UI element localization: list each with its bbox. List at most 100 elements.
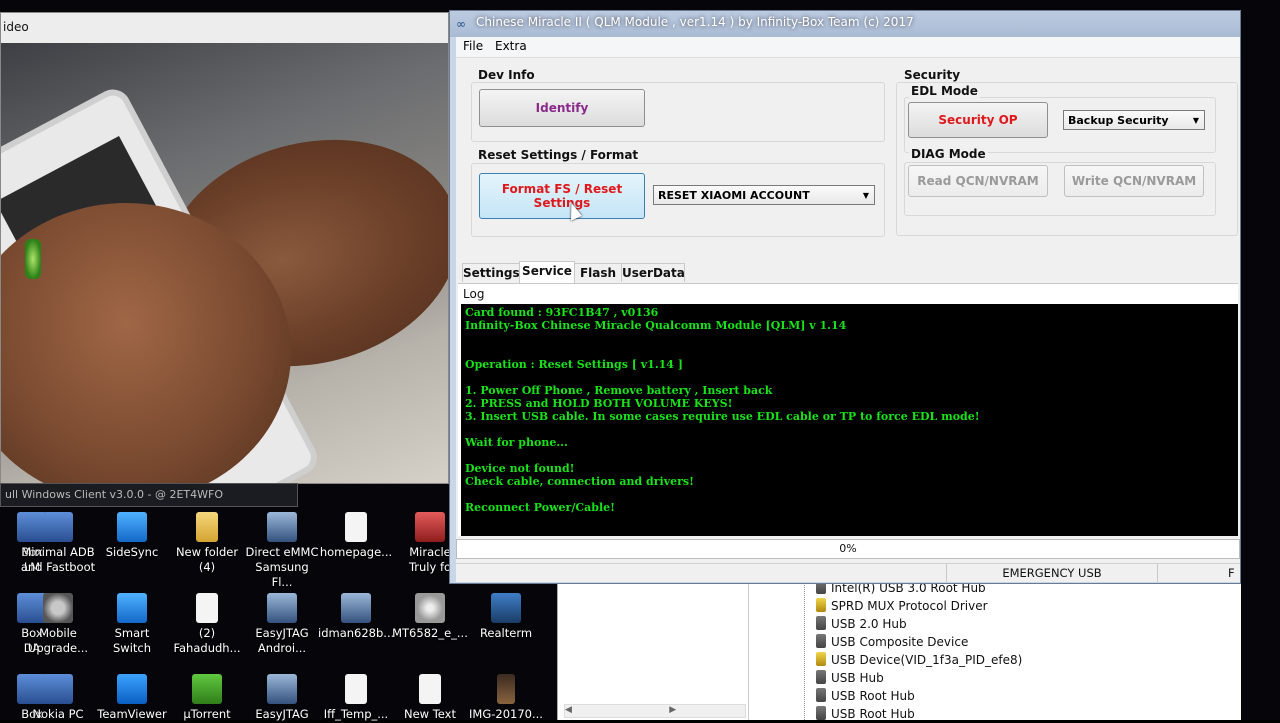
device-list-item[interactable]: USB Hub bbox=[816, 669, 884, 687]
log-line: Reconnect Power/Cable! bbox=[465, 501, 615, 514]
device-label: USB Root Hub bbox=[831, 707, 915, 721]
chinese-miracle-window: ∞ Chinese Miracle II ( QLM Module , ver1… bbox=[449, 10, 1241, 584]
desktop-icon[interactable]: MT6582_e_... bbox=[392, 593, 468, 641]
device-label: USB Composite Device bbox=[831, 635, 969, 649]
menu-file[interactable]: File bbox=[460, 39, 486, 53]
usb-icon bbox=[816, 634, 826, 648]
desktop-icon-label: TeamViewer bbox=[97, 707, 167, 721]
desktop-icon[interactable]: Mobile Upgrade... bbox=[20, 593, 96, 656]
desktop-icon[interactable]: New Text bbox=[392, 674, 468, 722]
security-label: Security bbox=[902, 68, 963, 82]
video-led bbox=[25, 239, 41, 279]
log-line: Check cable, connection and drivers! bbox=[465, 475, 694, 488]
device-list-item[interactable]: USB 2.0 Hub bbox=[816, 615, 907, 633]
app-icon bbox=[415, 593, 445, 623]
tab-flash[interactable]: Flash bbox=[574, 263, 622, 282]
device-list-item[interactable]: USB Root Hub bbox=[816, 687, 915, 705]
service-tab-panel: Log Card found : 93FC1B47 , v0136 Infinit… bbox=[458, 284, 1238, 536]
app-icon bbox=[345, 674, 367, 704]
device-list-item[interactable]: USB Composite Device bbox=[816, 633, 968, 651]
video-caption-bar: ull Windows Client v3.0.0 - @ 2ET4WFO bbox=[0, 483, 298, 507]
desktop-icon[interactable]: EasyJTAG Androi... bbox=[244, 593, 320, 656]
log-line: Operation : Reset Settings [ v1.14 ] bbox=[465, 358, 683, 371]
desktop-icon[interactable]: (2) Fahadudh... bbox=[169, 593, 245, 656]
warning-usb-icon bbox=[816, 652, 826, 666]
log-output[interactable]: Card found : 93FC1B47 , v0136 Infinity-Bo… bbox=[461, 304, 1238, 536]
format-reset-button[interactable]: Format FS / Reset Settings bbox=[479, 173, 645, 219]
tab-strip: Settings Service Flash UserData bbox=[458, 261, 1238, 284]
app-icon bbox=[341, 593, 371, 623]
desktop-icon[interactable]: Nokia PC bbox=[20, 674, 96, 722]
diag-mode-label: DIAG Mode bbox=[909, 147, 988, 161]
desktop-icon-label: Realterm bbox=[479, 626, 533, 640]
read-qcn-button[interactable]: Read QCN/NVRAM bbox=[908, 165, 1048, 197]
log-line: Infinity-Box Chinese Miracle Qualcomm Mo… bbox=[465, 319, 847, 332]
desktop-icon[interactable]: SideSync bbox=[94, 512, 170, 560]
horizontal-scrollbar[interactable]: ◀ ▶ bbox=[564, 704, 746, 718]
progress-bar: 0% bbox=[456, 539, 1240, 559]
log-line: Device not found! bbox=[465, 462, 575, 475]
reset-mode-value: RESET XIAOMI ACCOUNT bbox=[658, 189, 810, 202]
desktop-icon-label: New Text bbox=[404, 707, 456, 721]
log-line: 2. PRESS and HOLD BOTH VOLUME KEYS! bbox=[465, 397, 733, 410]
security-op-button[interactable]: Security OP bbox=[908, 102, 1048, 138]
tab-service[interactable]: Service bbox=[519, 261, 575, 283]
log-line: Card found : 93FC1B47 , v0136 bbox=[465, 306, 659, 319]
desktop-icon[interactable]: Direct eMMC Samsung Fl... bbox=[244, 512, 320, 590]
desktop-icon-label: (2) Fahadudh... bbox=[173, 626, 241, 655]
warning-usb-icon bbox=[816, 598, 826, 612]
window-client: File Extra Dev Info Identify Reset Setti… bbox=[456, 37, 1240, 582]
desktop-icon[interactable]: IMG-20170... bbox=[468, 674, 544, 722]
desktop-icon[interactable]: EasyJTAG bbox=[244, 674, 320, 722]
desktop-icon-label: Direct eMMC Samsung Fl... bbox=[245, 545, 319, 589]
desktop-icon[interactable]: µTorrent bbox=[169, 674, 245, 722]
app-icon bbox=[117, 512, 147, 542]
tab-userdata[interactable]: UserData bbox=[621, 263, 685, 282]
device-list-item[interactable]: USB Root Hub bbox=[816, 705, 915, 723]
app-icon bbox=[43, 512, 73, 542]
video-window-title: ideo bbox=[3, 20, 29, 34]
menu-extra[interactable]: Extra bbox=[492, 39, 530, 53]
desktop-icon[interactable]: New folder (4) bbox=[169, 512, 245, 575]
desktop-icon-label: Iff_Temp_... bbox=[323, 707, 389, 721]
device-list-item[interactable]: SPRD MUX Protocol Driver bbox=[816, 597, 988, 615]
device-label: SPRD MUX Protocol Driver bbox=[831, 599, 988, 613]
dev-info-label: Dev Info bbox=[476, 68, 537, 82]
desktop-icon-label: homepage... bbox=[319, 545, 393, 559]
app-icon bbox=[419, 674, 441, 704]
app-icon bbox=[43, 593, 73, 623]
log-line: 3. Insert USB cable. In some cases requi… bbox=[465, 410, 980, 423]
tab-settings[interactable]: Settings bbox=[462, 263, 520, 282]
title-bar[interactable]: ∞ Chinese Miracle II ( QLM Module , ver1… bbox=[450, 11, 1240, 37]
desktop-icon[interactable]: Iff_Temp_... bbox=[318, 674, 394, 722]
reset-mode-select[interactable]: RESET XIAOMI ACCOUNT ▼ bbox=[653, 185, 875, 205]
app-icon bbox=[267, 512, 297, 542]
identify-button[interactable]: Identify bbox=[479, 89, 645, 127]
desktop-icon-label: MT6582_e_... bbox=[392, 626, 468, 640]
desktop-icon[interactable]: TeamViewer bbox=[94, 674, 170, 722]
desktop-icon-label: IMG-20170... bbox=[469, 707, 543, 721]
progress-text: 0% bbox=[839, 542, 857, 555]
backup-security-select[interactable]: Backup Security ▼ bbox=[1063, 110, 1205, 130]
desktop-icon[interactable]: idman628b... bbox=[318, 593, 394, 641]
desktop-icon[interactable]: Realterm bbox=[468, 593, 544, 641]
app-icon bbox=[196, 593, 218, 623]
device-list-item[interactable]: USB Device(VID_1f3a_PID_efe8) bbox=[816, 651, 1022, 669]
desktop-icon[interactable]: Minimal ADB and Fastboot bbox=[20, 512, 96, 575]
write-qcn-button[interactable]: Write QCN/NVRAM bbox=[1064, 165, 1204, 197]
desktop-icon[interactable]: homepage... bbox=[318, 512, 394, 560]
desktop-icon-label: Nokia PC bbox=[32, 707, 84, 721]
desktop-icon-label: EasyJTAG bbox=[255, 707, 309, 721]
app-icon bbox=[267, 674, 297, 704]
window-title: Chinese Miracle II ( QLM Module , ver1.1… bbox=[476, 15, 914, 29]
desktop-icon-label: idman628b... bbox=[318, 626, 395, 640]
tree-lines bbox=[804, 583, 806, 720]
desktop-icon-label: Minimal ADB and Fastboot bbox=[20, 545, 96, 574]
log-label: Log bbox=[463, 287, 485, 301]
app-icon bbox=[117, 674, 147, 704]
app-icon bbox=[196, 512, 218, 542]
app-icon bbox=[497, 674, 515, 704]
device-manager-window: ◀ ▶ Intel(R) USB 3.0 Root Hub SPRD MUX Pr… bbox=[557, 580, 1241, 723]
desktop-icon[interactable]: Smart Switch bbox=[94, 593, 170, 656]
app-icon bbox=[415, 512, 445, 542]
